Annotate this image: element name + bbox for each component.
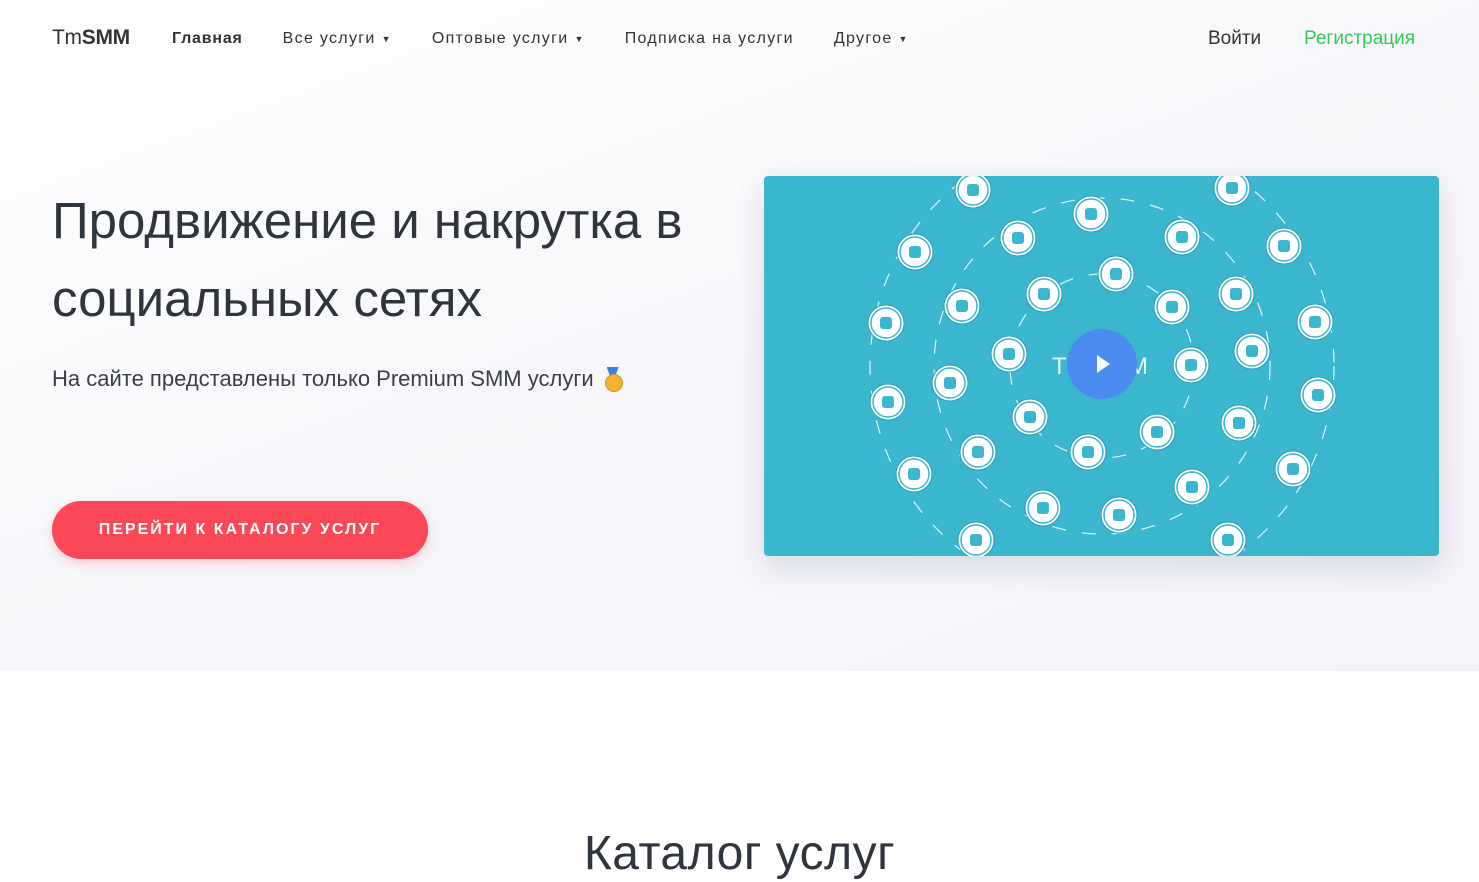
viber-icon [1296,303,1334,341]
flickr-icon [999,219,1037,257]
register-link[interactable]: Регистрация [1304,28,1415,50]
hero-subtitle: На сайте представлены только Premium SMM… [52,366,623,392]
video-watermark-left: T [1052,353,1067,380]
line-icon [959,433,997,471]
nav-item-home[interactable]: Главная [172,30,243,48]
vine-icon [1011,398,1049,436]
share-icon [1220,404,1258,442]
line-icon [957,521,995,556]
logo-light: Tm [52,26,82,49]
nav-item-subscription[interactable]: Подписка на услуги [625,30,794,48]
hero-title-line1: Продвижение и накрутка в [52,192,683,249]
nav-item-label: Все услуги [282,30,376,47]
linkedin-icon [1024,489,1062,527]
promo-video[interactable]: T M [764,176,1439,556]
twitch-icon [1265,227,1303,265]
heart-icon [1072,195,1110,233]
catalog-title: Каталог услуг [583,827,896,880]
caret-down-icon: ▼ [898,34,909,44]
vk-icon [1097,255,1135,293]
instagram-icon [943,287,981,325]
twitch-icon [1138,413,1176,451]
tiktok-icon [954,176,992,209]
vine-icon [990,335,1028,373]
nav-item-label: Другое [833,30,893,47]
social-network-illustration: T M [867,176,1337,556]
snapchat-icon [1163,218,1201,256]
location-icon [1100,496,1138,534]
telegram-icon [1173,468,1211,506]
skype-icon [1233,332,1271,370]
vine-icon [1299,376,1337,414]
nav-item-label: Подписка на услуги [624,30,794,47]
login-link[interactable]: Войти [1208,28,1261,50]
medal-icon [604,367,623,392]
catalog-button[interactable]: ПЕРЕЙТИ К КАТАЛОГУ УСЛУГ [52,501,428,559]
vine-icon [867,304,905,342]
viber-icon [1069,433,1107,471]
nav-item-other[interactable]: Другое ▼ [834,30,909,48]
nav-item-all-services[interactable]: Все услуги ▼ [283,30,392,48]
hero-title: Продвижение и накрутка в социальных сетях [52,182,752,338]
twitch-icon [1172,346,1210,384]
nav-item-wholesale[interactable]: Оптовые услуги ▼ [432,30,585,48]
caret-down-icon: ▼ [574,34,585,44]
hero-title-line2: социальных сетях [52,270,482,327]
dropbox-icon [1217,275,1255,313]
twitter-icon [1153,288,1191,326]
caret-down-icon: ▼ [381,34,392,44]
vine-icon [1274,450,1312,488]
nav-item-label: Главная [172,30,243,47]
facebook-icon [895,455,933,493]
vk-icon [896,233,934,271]
play-button[interactable] [1067,329,1137,399]
vk-icon [1209,521,1247,556]
steam-icon [1025,275,1063,313]
facebook-icon [931,364,969,402]
logo[interactable]: TmSMM [52,26,130,50]
main-nav: Главная Все услуги ▼ Оптовые услуги ▼ Подп… [172,30,949,48]
nav-item-label: Оптовые услуги [431,30,569,47]
instagram-icon [869,383,907,421]
twitch-icon [1213,176,1251,207]
hero-subtitle-text: На сайте представлены только Premium SMM… [52,366,594,391]
logo-bold: SMM [81,26,130,49]
